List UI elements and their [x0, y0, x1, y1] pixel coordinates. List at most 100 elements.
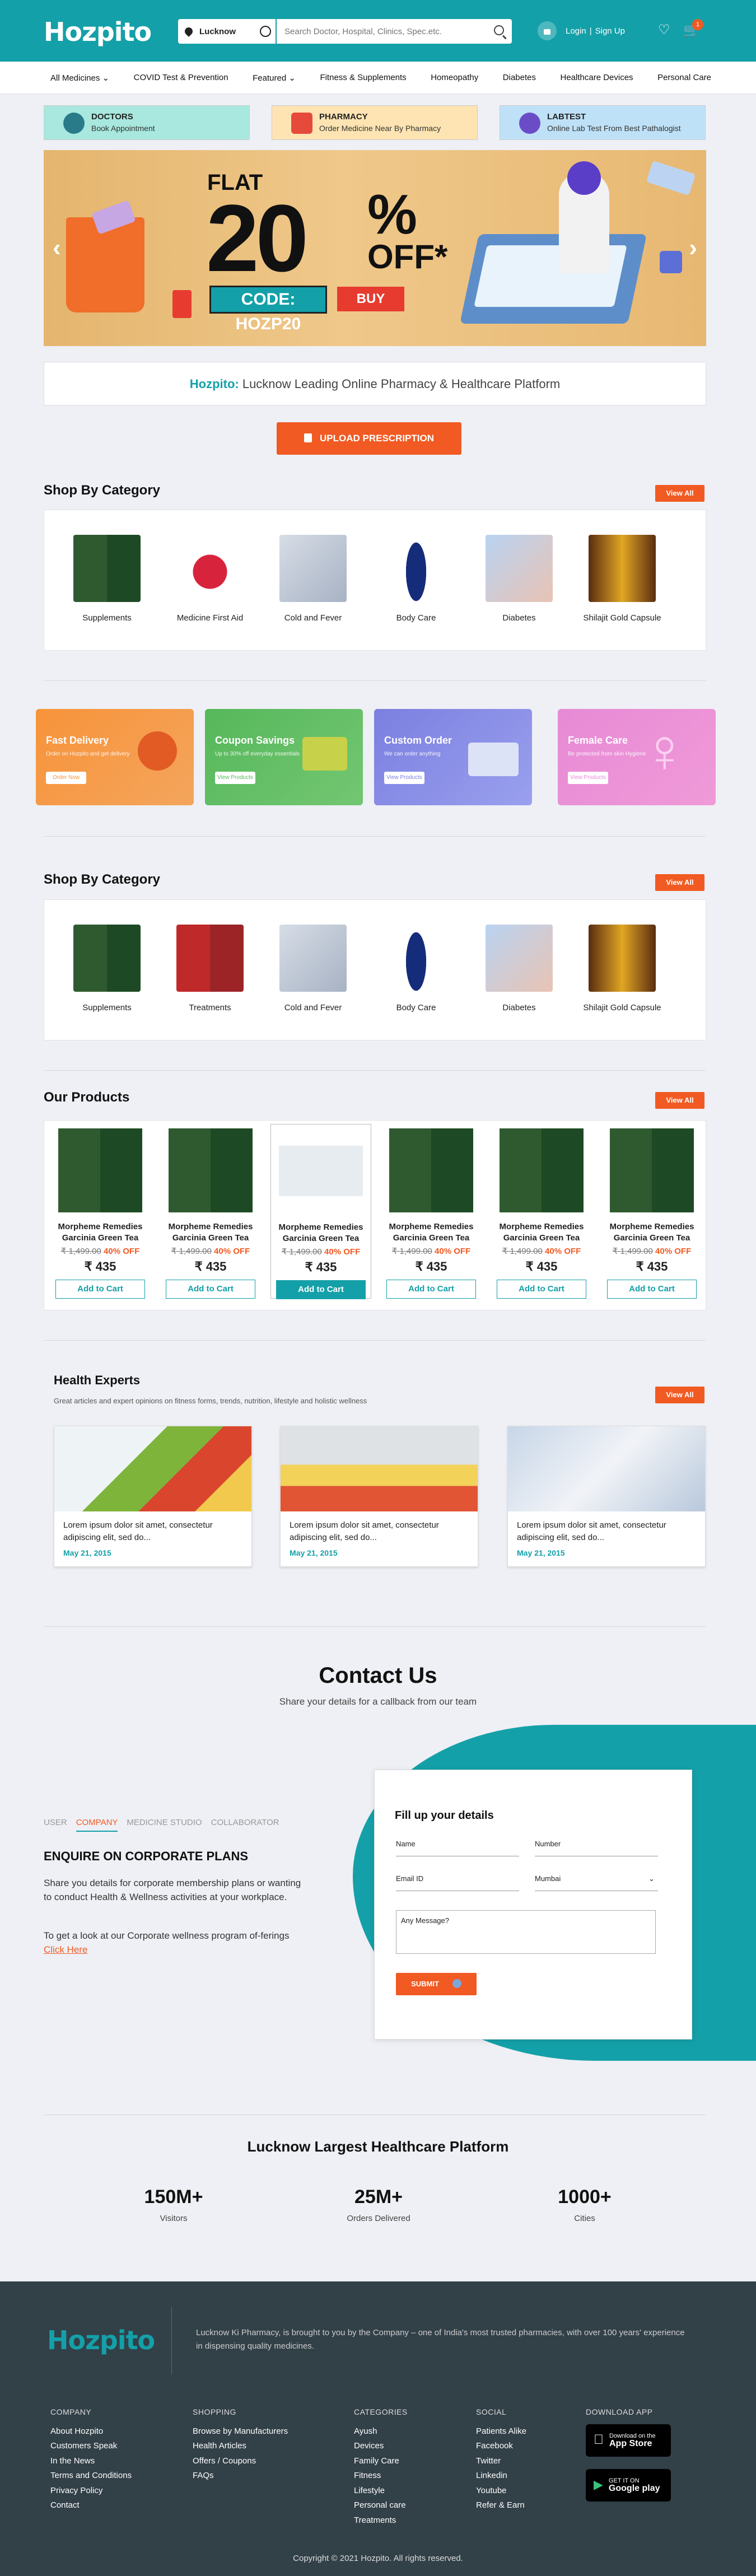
nav-item-featured[interactable]: Featured ⌄ — [253, 73, 296, 83]
footer-link[interactable]: Personal care — [354, 2498, 408, 2513]
footer-link[interactable]: Patients Alike — [476, 2424, 526, 2439]
footer-link[interactable]: Fitness — [354, 2468, 408, 2484]
submit-button[interactable]: SUBMIT — [396, 1973, 477, 1995]
tab-collaborator[interactable]: COLLABORATOR — [211, 1818, 279, 1832]
service-tile-doctors[interactable]: DOCTORS Book Appointment — [44, 105, 250, 140]
footer-link[interactable]: Health Articles — [193, 2439, 288, 2454]
add-to-cart-button[interactable]: Add to Cart — [607, 1280, 697, 1299]
promo-coupon-savings[interactable]: Coupon Savings Up to 30% off everyday ess… — [205, 709, 363, 805]
promo-custom-order[interactable]: Custom Order We can order anything View Pr… — [374, 709, 532, 805]
promo-button[interactable]: View Products — [568, 772, 608, 784]
google-play-button[interactable]: ▶ GET IT ON Google play — [586, 2468, 671, 2502]
add-to-cart-button[interactable]: Add to Cart — [55, 1280, 145, 1299]
category1-view-all-button[interactable]: View All — [655, 485, 704, 502]
wishlist-heart-icon[interactable]: ♡ — [658, 24, 671, 37]
product-card[interactable]: Morpheme Remedies Garcinia Green Tea ₹ 1,… — [601, 1124, 702, 1299]
blog-card[interactable]: Lorem ipsum dolor sit amet, consectetur … — [54, 1426, 252, 1567]
login-link[interactable]: Login — [566, 26, 586, 36]
footer-link[interactable]: Ayush — [354, 2424, 408, 2439]
category-item[interactable]: Medicine First Aid — [171, 535, 249, 623]
nav-item-fitness[interactable]: Fitness & Supplements — [320, 73, 406, 82]
footer-link[interactable]: In the News — [50, 2454, 132, 2469]
nav-item-personal-care[interactable]: Personal Care — [657, 73, 711, 82]
footer-link[interactable]: Offers / Coupons — [193, 2454, 288, 2469]
footer-link[interactable]: Twitter — [476, 2454, 526, 2469]
product-card[interactable]: Morpheme Remedies Garcinia Green Tea ₹ 1,… — [50, 1124, 151, 1299]
category-item[interactable]: Cold and Fever — [274, 925, 352, 1012]
app-store-button[interactable]: Download on theApp Store — [586, 2424, 671, 2457]
click-here-link[interactable]: Click Here — [44, 1944, 87, 1955]
category-item[interactable]: Body Care — [377, 535, 455, 623]
category-item[interactable]: Diabetes — [480, 535, 558, 623]
footer-link[interactable]: Customers Speak — [50, 2439, 132, 2454]
footer-link[interactable]: Browse by Manufacturers — [193, 2424, 288, 2439]
promo-button[interactable]: View Products — [215, 772, 255, 784]
banner-buy-button[interactable]: BUY — [337, 287, 404, 311]
category-item[interactable]: Cold and Fever — [274, 535, 352, 623]
footer-link[interactable]: Devices — [354, 2439, 408, 2454]
name-field[interactable]: Name — [396, 1840, 519, 1856]
email-field[interactable]: Email ID — [396, 1874, 519, 1891]
nav-item-all-medicines[interactable]: All Medicines ⌄ — [50, 73, 109, 83]
promo-button[interactable]: Order Now — [46, 772, 86, 784]
product-card[interactable]: Morpheme Remedies Garcinia Green Tea ₹ 1,… — [381, 1124, 482, 1299]
footer-link[interactable]: Contact — [50, 2498, 132, 2513]
add-to-cart-button[interactable]: Add to Cart — [276, 1280, 366, 1299]
category-item[interactable]: Treatments — [171, 925, 249, 1012]
message-textarea[interactable]: Any Message? — [396, 1910, 656, 1954]
tab-medicine-studio[interactable]: MEDICINE STUDIO — [127, 1818, 202, 1832]
upload-prescription-button[interactable]: UPLOAD PRESCRIPTION — [277, 422, 461, 455]
product-card[interactable]: Morpheme Remedies Garcinia Green Tea ₹ 1,… — [160, 1124, 261, 1299]
footer-link[interactable]: FAQs — [193, 2468, 288, 2484]
service-tile-pharmacy[interactable]: PHARMACY Order Medicine Near By Pharmacy — [272, 105, 478, 140]
search-icon[interactable] — [494, 25, 504, 35]
promo-banner[interactable]: FLAT 20 % OFF* CODE: HOZP20 BUY ‹ › — [44, 150, 706, 346]
experts-view-all-button[interactable]: View All — [655, 1387, 704, 1403]
product-card[interactable]: Morpheme Remedies Garcinia Green Tea ₹ 1,… — [270, 1124, 371, 1299]
signup-link[interactable]: Sign Up — [595, 26, 625, 36]
footer-link[interactable]: Linkedin — [476, 2468, 526, 2484]
add-to-cart-button[interactable]: Add to Cart — [497, 1280, 586, 1299]
banner-prev-arrow-icon[interactable]: ‹ — [53, 234, 61, 262]
banner-next-arrow-icon[interactable]: › — [689, 234, 697, 262]
add-to-cart-button[interactable]: Add to Cart — [166, 1280, 255, 1299]
nav-item-homeopathy[interactable]: Homeopathy — [431, 73, 478, 82]
gps-icon[interactable] — [260, 26, 271, 37]
nav-item-diabetes[interactable]: Diabetes — [503, 73, 536, 82]
footer-link[interactable]: About Hozpito — [50, 2424, 132, 2439]
footer-link[interactable]: Lifestyle — [354, 2484, 408, 2499]
category-item[interactable]: Body Care — [377, 925, 455, 1012]
product-card[interactable]: Morpheme Remedies Garcinia Green Tea ₹ 1,… — [491, 1124, 592, 1299]
promo-button[interactable]: View Products — [384, 772, 424, 784]
blog-card[interactable]: Lorem ipsum dolor sit amet, consectetur … — [507, 1426, 706, 1567]
category-item[interactable]: Shilajit Gold Capsule — [583, 535, 661, 623]
footer-link[interactable]: Youtube — [476, 2484, 526, 2499]
category2-view-all-button[interactable]: View All — [655, 874, 704, 891]
category-item[interactable]: Shilajit Gold Capsule — [583, 925, 661, 1012]
nav-item-devices[interactable]: Healthcare Devices — [561, 73, 633, 82]
tab-company[interactable]: COMPANY — [76, 1818, 118, 1832]
promo-female-care[interactable]: Female Care Be protected from skin Hygien… — [558, 709, 716, 805]
footer-link[interactable]: Refer & Earn — [476, 2498, 526, 2513]
search-input[interactable] — [284, 26, 475, 36]
promo-fast-delivery[interactable]: Fast Delivery Order on Hozpito and get de… — [36, 709, 194, 805]
footer-link[interactable]: Terms and Conditions — [50, 2468, 132, 2484]
service-tile-labtest[interactable]: LABTEST Online Lab Test From Best Pathalo… — [500, 105, 706, 140]
footer-link[interactable]: Facebook — [476, 2439, 526, 2454]
products-view-all-button[interactable]: View All — [655, 1092, 704, 1109]
footer-link[interactable]: Privacy Policy — [50, 2484, 132, 2499]
blog-card[interactable]: Lorem ipsum dolor sit amet, consectetur … — [280, 1426, 478, 1567]
location-selector[interactable]: Lucknow — [178, 19, 276, 44]
category-item[interactable]: Diabetes — [480, 925, 558, 1012]
login-signup[interactable]: Login | Sign Up — [538, 21, 625, 40]
nav-item-covid[interactable]: COVID Test & Prevention — [134, 73, 228, 82]
footer-logo[interactable]: Hozpito — [47, 2325, 155, 2355]
category-item[interactable]: Supplements — [68, 925, 146, 1012]
footer-link[interactable]: Treatments — [354, 2513, 408, 2528]
city-select[interactable]: Mumbai ⌄ — [535, 1874, 658, 1891]
add-to-cart-button[interactable]: Add to Cart — [386, 1280, 476, 1299]
category-item[interactable]: Supplements — [68, 535, 146, 623]
number-field[interactable]: Number — [535, 1840, 658, 1856]
footer-link[interactable]: Family Care — [354, 2454, 408, 2469]
tab-user[interactable]: USER — [44, 1818, 67, 1832]
